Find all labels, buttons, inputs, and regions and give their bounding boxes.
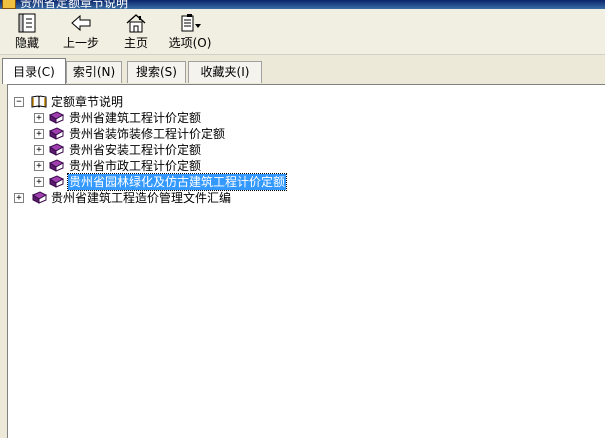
window-title: 贵州省定额章节说明 [20,0,129,9]
collapse-icon[interactable]: − [14,97,24,107]
tree-item-label: 贵州省安装工程计价定额 [69,143,202,157]
tree-item-label: 贵州省园林绿化及仿古建筑工程计价定额 [66,173,288,191]
app-icon [2,0,16,9]
expand-icon[interactable]: + [34,177,44,187]
closed-book-icon [48,143,64,156]
options-button[interactable]: 选项(O) [164,11,216,53]
expand-icon[interactable]: + [34,145,44,155]
tab-favorites[interactable]: 收藏夹(I) [188,61,262,83]
hide-label: 隐藏 [14,36,39,50]
hide-panel-icon [18,13,36,33]
home-icon [126,14,146,33]
closed-book-icon [31,191,47,204]
home-button[interactable]: 主页 [110,11,162,53]
expand-icon[interactable]: + [14,193,24,203]
tree-root-label: 定额章节说明 [51,95,124,109]
title-bar: 贵州省定额章节说明 [0,0,605,9]
closed-book-icon [48,127,64,140]
tab-search[interactable]: 搜索(S) [127,61,186,83]
closed-book-icon [48,159,64,172]
tree-item-label: 贵州省建筑工程造价管理文件汇编 [51,191,232,205]
home-label: 主页 [123,36,148,50]
hide-button[interactable]: 隐藏 [1,11,53,53]
closed-book-icon [48,175,64,188]
options-icon [181,14,201,32]
navigation-tabs: 目录(C) 索引(N) 搜索(S) 收藏夹(I) [0,58,605,84]
tree-item-label: 贵州省市政工程计价定额 [69,159,202,173]
tab-contents[interactable]: 目录(C) [2,58,66,84]
toolbar: 隐藏 上一步 主页 选项(O) [0,9,605,55]
options-label: 选项(O) [168,36,212,50]
tree-item-label: 贵州省建筑工程计价定额 [69,111,202,125]
tree-item-label: 贵州省装饰装修工程计价定额 [69,127,226,141]
tab-index[interactable]: 索引(N) [66,61,122,83]
back-arrow-icon [71,14,91,32]
back-button[interactable]: 上一步 [55,11,107,53]
expand-icon[interactable]: + [34,113,44,123]
back-label: 上一步 [62,36,99,50]
open-book-icon [31,95,47,108]
expand-icon[interactable]: + [34,161,44,171]
expand-icon[interactable]: + [34,129,44,139]
closed-book-icon [48,111,64,124]
contents-tree[interactable]: − 定额章节说明 + 贵州省建筑工程计价定额 + 贵州省装饰装修工程计价定额 + [7,84,605,438]
